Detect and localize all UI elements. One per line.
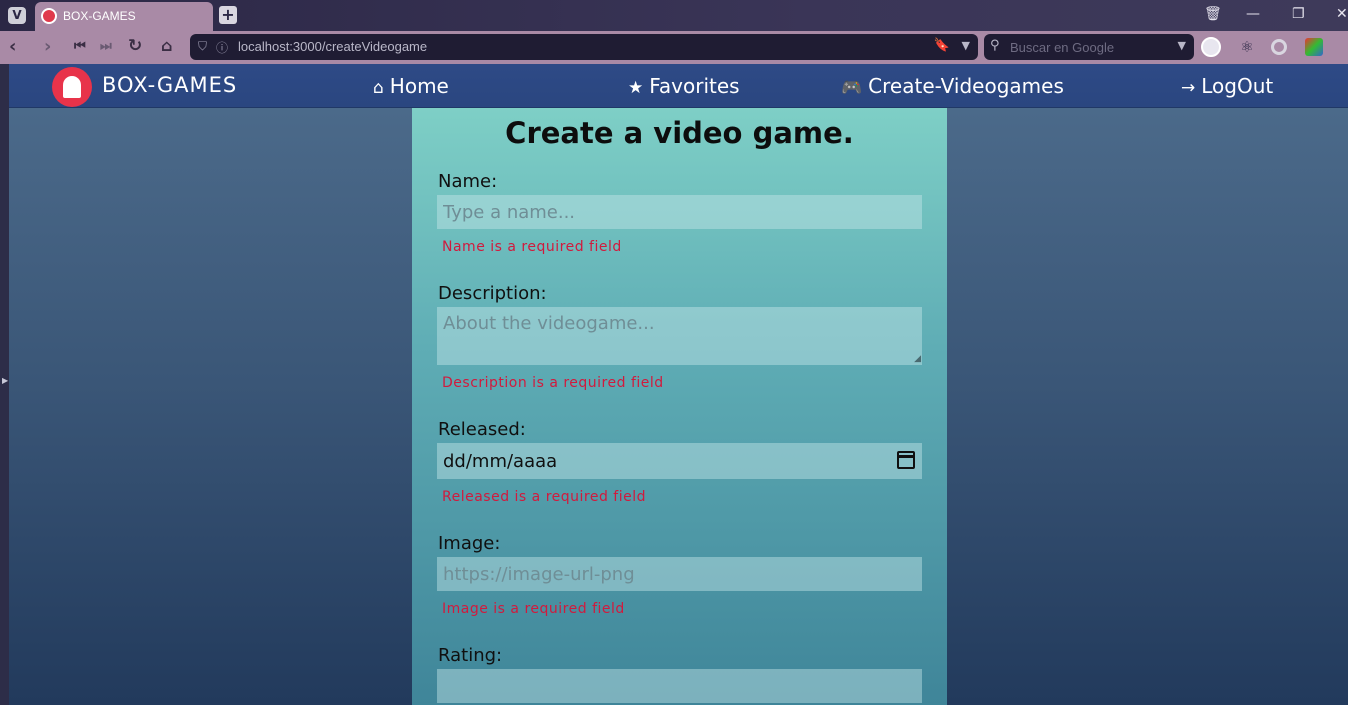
trash-icon[interactable]: 🗑 (1204, 6, 1222, 22)
name-label: Name: (438, 171, 498, 192)
name-error: Name is a required field (442, 239, 622, 255)
minimize-button[interactable]: — (1246, 6, 1260, 22)
brand-name[interactable]: BOX-GAMES (102, 73, 237, 97)
tab-title: BOX-GAMES (63, 9, 136, 23)
vivaldi-menu-icon[interactable]: V (8, 7, 26, 24)
nav-logout-link[interactable]: → LogOut (1181, 74, 1273, 98)
description-error: Description is a required field (442, 375, 664, 391)
extension-color-icon[interactable] (1305, 38, 1323, 56)
shield-icon[interactable]: ⛉ (198, 39, 207, 54)
arrow-right-icon: → (1181, 78, 1196, 98)
released-error: Released is a required field (442, 489, 647, 505)
description-label: Description: (438, 283, 547, 304)
address-bar[interactable]: ⛉ ⓘ localhost:3000/createVideogame 🔖 ▼ (190, 34, 978, 60)
nav-create-label: Create-Videogames (868, 74, 1064, 98)
browser-tab-active[interactable]: BOX-GAMES (35, 2, 213, 31)
search-icon: ⚲ (990, 38, 1000, 53)
nav-favorites-label: Favorites (649, 74, 740, 98)
favicon-icon (41, 8, 57, 24)
gamepad-icon: 🎮 (841, 78, 863, 98)
home-icon: ⌂ (373, 78, 384, 98)
nav-create-link[interactable]: 🎮 Create-Videogames (841, 74, 1064, 98)
back-button[interactable]: ‹ (9, 36, 16, 57)
name-input[interactable] (437, 195, 922, 229)
rating-label: Rating: (438, 645, 503, 666)
logo-icon[interactable] (52, 67, 92, 107)
restore-button[interactable]: ❐ (1292, 6, 1305, 22)
nav-home-link[interactable]: ⌂ Home (373, 74, 449, 98)
reload-button[interactable]: ↻ (128, 36, 142, 56)
profile-icon[interactable] (1201, 37, 1221, 57)
url-text[interactable]: localhost:3000/createVideogame (238, 39, 427, 54)
rewind-button[interactable]: ⏮ (74, 39, 86, 54)
extension-circle-icon[interactable] (1271, 39, 1287, 55)
nav-logout-label: LogOut (1201, 74, 1274, 98)
resize-handle-icon[interactable]: ◢ (914, 354, 921, 364)
image-label: Image: (438, 533, 501, 554)
star-icon: ★ (628, 78, 644, 98)
chevron-right-icon[interactable]: ▶ (2, 376, 8, 385)
chevron-down-icon[interactable]: ▼ (1178, 39, 1186, 52)
form-title: Create a video game. (505, 116, 854, 150)
app-navbar: BOX-GAMES ⌂ Home ★ Favorites 🎮 Create-Video… (9, 64, 1348, 108)
home-button[interactable]: ⌂ (161, 36, 172, 55)
description-wrapper: ◢ (437, 307, 922, 365)
create-videogame-form: Create a video game. Name: Name is a req… (412, 108, 947, 705)
bookmark-icon[interactable]: 🔖 (934, 38, 950, 53)
rating-input[interactable] (437, 669, 922, 703)
search-placeholder[interactable]: Buscar en Google (1010, 40, 1114, 55)
search-box[interactable]: ⚲ Buscar en Google ▼ (984, 34, 1194, 60)
browser-toolbar: ‹ › ⏮ ⏭ ↻ ⌂ ⛉ ⓘ localhost:3000/createVid… (0, 31, 1348, 64)
image-url-input[interactable] (437, 557, 922, 591)
released-label: Released: (438, 419, 526, 440)
page-viewport: ▶ BOX-GAMES ⌂ Home ★ Favorites 🎮 Create-Vid… (0, 64, 1348, 705)
chevron-down-icon[interactable]: ▼ (962, 39, 970, 52)
react-devtools-icon[interactable]: ⚛ (1237, 37, 1257, 57)
forward-button[interactable]: › (44, 36, 51, 57)
released-date-input[interactable]: dd/mm/aaaa (437, 443, 922, 479)
new-tab-button[interactable]: + (219, 6, 237, 24)
date-value[interactable]: dd/mm/aaaa (443, 451, 557, 472)
info-icon[interactable]: ⓘ (216, 39, 228, 56)
close-button[interactable]: ✕ (1336, 6, 1348, 22)
description-textarea[interactable] (437, 307, 922, 365)
browser-tabbar: V BOX-GAMES + 🗑 — ❐ ✕ (0, 0, 1348, 31)
image-error: Image is a required field (442, 601, 625, 617)
side-panel-edge[interactable]: ▶ (0, 64, 9, 705)
nav-favorites-link[interactable]: ★ Favorites (628, 74, 740, 98)
calendar-icon[interactable] (897, 451, 915, 469)
ghost-icon (63, 76, 81, 98)
nav-home-label: Home (389, 74, 449, 98)
fastforward-button[interactable]: ⏭ (100, 39, 112, 54)
